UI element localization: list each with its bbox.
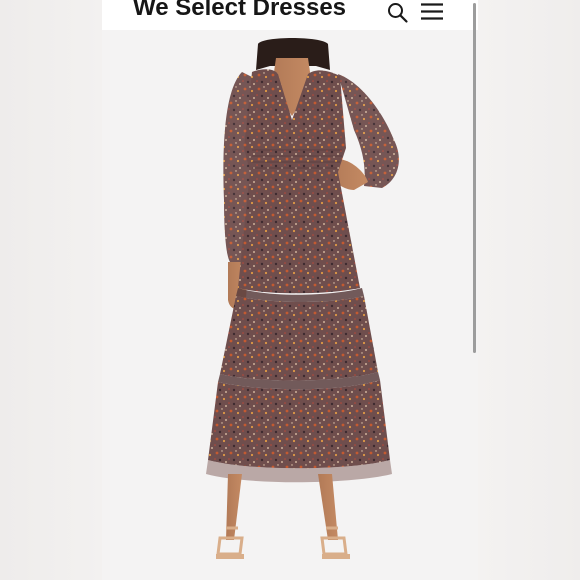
left-background-panel bbox=[0, 0, 102, 580]
hamburger-menu-icon bbox=[421, 3, 443, 20]
scrollbar[interactable] bbox=[472, 0, 478, 580]
site-header: We Select Dresses bbox=[102, 0, 478, 30]
scrollbar-thumb[interactable] bbox=[473, 3, 476, 353]
screenshot-stage: We Select Dresses bbox=[0, 0, 580, 580]
right-background-panel bbox=[478, 0, 580, 580]
site-title[interactable]: We Select Dresses bbox=[133, 0, 346, 22]
search-icon bbox=[388, 3, 408, 23]
menu-button[interactable] bbox=[419, 0, 445, 24]
mobile-page: We Select Dresses bbox=[102, 0, 478, 580]
dress-model-illustration bbox=[206, 38, 399, 559]
search-button[interactable] bbox=[386, 0, 410, 24]
product-image[interactable] bbox=[102, 30, 478, 580]
